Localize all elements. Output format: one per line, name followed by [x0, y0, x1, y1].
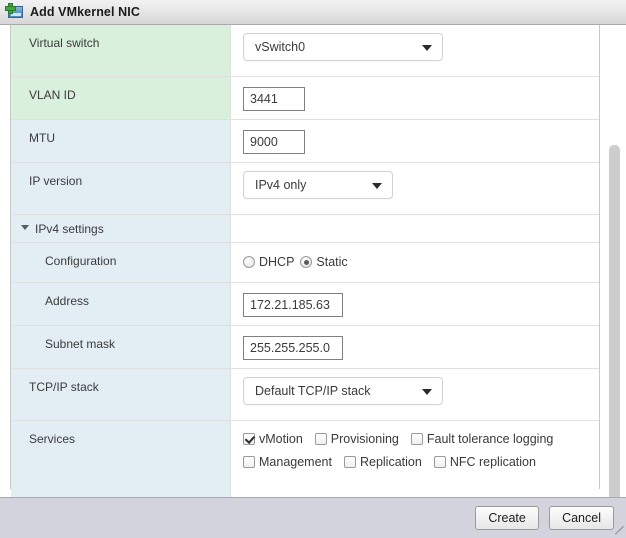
- row-ipv4-settings-section[interactable]: IPv4 settings: [11, 215, 599, 243]
- subnet-mask-input[interactable]: 255.255.255.0: [243, 336, 343, 360]
- value-virtual-switch: vSwitch0: [231, 25, 599, 76]
- row-configuration: Configuration DHCP Static: [11, 243, 599, 283]
- chevron-down-icon: [422, 389, 432, 395]
- value-ipv4-settings: [231, 215, 599, 242]
- checkbox-management[interactable]: Management: [243, 455, 332, 469]
- row-address: Address 172.21.185.63: [11, 283, 599, 326]
- resize-grip-icon[interactable]: [614, 525, 624, 536]
- value-configuration: DHCP Static: [231, 243, 599, 282]
- label-ipv4-settings: IPv4 settings: [11, 215, 231, 242]
- services-row-1: vMotion Provisioning Fault tolerance log…: [243, 432, 565, 446]
- services-row-2: Management Replication NFC replication: [243, 455, 565, 469]
- checkbox-vmotion-indicator: [243, 433, 255, 445]
- services-checkbox-group: vMotion Provisioning Fault tolerance log…: [243, 429, 565, 469]
- label-ip-version: IP version: [11, 163, 231, 214]
- radio-dhcp[interactable]: DHCP: [243, 255, 294, 269]
- network-card-add-icon: [6, 4, 24, 20]
- checkbox-fault-tolerance-logging-label: Fault tolerance logging: [426, 432, 554, 446]
- value-address: 172.21.185.63: [231, 283, 599, 325]
- virtual-switch-select-value: vSwitch0: [255, 40, 306, 54]
- checkbox-replication-label: Replication: [359, 455, 422, 469]
- value-services: vMotion Provisioning Fault tolerance log…: [231, 421, 599, 497]
- chevron-down-icon: [372, 183, 382, 189]
- create-button[interactable]: Create: [475, 506, 540, 530]
- radio-static[interactable]: Static: [300, 255, 348, 269]
- value-mtu: 9000: [231, 120, 599, 162]
- virtual-switch-select[interactable]: vSwitch0: [243, 33, 443, 61]
- checkbox-provisioning-label: Provisioning: [330, 432, 399, 446]
- value-subnet-mask: 255.255.255.0: [231, 326, 599, 368]
- tcpip-stack-select-value: Default TCP/IP stack: [255, 384, 371, 398]
- dialog-body: Virtual switch vSwitch0 VLAN ID 3441 MTU: [0, 25, 626, 497]
- value-tcpip-stack: Default TCP/IP stack: [231, 369, 599, 420]
- ip-version-select[interactable]: IPv4 only: [243, 171, 393, 199]
- dialog-title: Add VMkernel NIC: [30, 5, 140, 19]
- checkbox-replication-indicator: [343, 456, 356, 468]
- add-vmkernel-nic-dialog: Add VMkernel NIC Virtual switch vSwitch0…: [0, 0, 626, 538]
- checkbox-provisioning-indicator: [314, 433, 327, 445]
- checkbox-management-indicator: [243, 456, 255, 468]
- checkbox-nfc-replication[interactable]: NFC replication: [433, 455, 536, 469]
- value-ip-version: IPv4 only: [231, 163, 599, 214]
- dialog-titlebar[interactable]: Add VMkernel NIC: [0, 0, 626, 25]
- checkbox-replication[interactable]: Replication: [343, 455, 422, 469]
- row-subnet-mask: Subnet mask 255.255.255.0: [11, 326, 599, 369]
- label-vlan-id: VLAN ID: [11, 77, 231, 119]
- radio-static-indicator: [300, 256, 313, 268]
- chevron-down-icon: [422, 45, 432, 51]
- label-services: Services: [11, 421, 231, 497]
- value-vlan-id: 3441: [231, 77, 599, 119]
- checkbox-vmotion[interactable]: vMotion: [243, 432, 303, 446]
- label-virtual-switch: Virtual switch: [11, 25, 231, 76]
- dialog-footer: Create Cancel: [0, 497, 626, 538]
- vertical-scrollbar[interactable]: [608, 25, 621, 497]
- label-address: Address: [11, 283, 231, 325]
- radio-dhcp-indicator: [243, 256, 255, 268]
- vertical-scrollbar-thumb[interactable]: [609, 145, 620, 497]
- radio-static-label: Static: [316, 255, 348, 269]
- row-ip-version: IP version IPv4 only: [11, 163, 599, 215]
- address-input[interactable]: 172.21.185.63: [243, 293, 343, 317]
- checkbox-vmotion-label: vMotion: [259, 432, 303, 446]
- ip-version-select-value: IPv4 only: [255, 178, 307, 192]
- row-mtu: MTU 9000: [11, 120, 599, 163]
- collapse-triangle-icon[interactable]: [21, 225, 29, 231]
- label-tcpip-stack: TCP/IP stack: [11, 369, 231, 420]
- label-subnet-mask: Subnet mask: [11, 326, 231, 368]
- row-vlan-id: VLAN ID 3441: [11, 77, 599, 120]
- ipv4-settings-text: IPv4 settings: [35, 221, 104, 236]
- cancel-button[interactable]: Cancel: [549, 506, 614, 530]
- label-mtu: MTU: [11, 120, 231, 162]
- checkbox-fault-tolerance-logging[interactable]: Fault tolerance logging: [410, 432, 554, 446]
- checkbox-fault-tolerance-logging-indicator: [410, 433, 423, 445]
- checkbox-provisioning[interactable]: Provisioning: [314, 432, 399, 446]
- checkbox-management-label: Management: [259, 455, 332, 469]
- row-virtual-switch: Virtual switch vSwitch0: [11, 25, 599, 77]
- radio-dhcp-label: DHCP: [259, 255, 295, 269]
- configuration-radio-group: DHCP Static: [243, 251, 352, 269]
- vlan-id-input[interactable]: 3441: [243, 87, 305, 111]
- tcpip-stack-select[interactable]: Default TCP/IP stack: [243, 377, 443, 405]
- checkbox-nfc-replication-label: NFC replication: [449, 455, 536, 469]
- row-tcpip-stack: TCP/IP stack Default TCP/IP stack: [11, 369, 599, 421]
- label-configuration: Configuration: [11, 243, 231, 282]
- mtu-input[interactable]: 9000: [243, 130, 305, 154]
- settings-form: Virtual switch vSwitch0 VLAN ID 3441 MTU: [10, 25, 600, 497]
- checkbox-nfc-replication-indicator: [433, 456, 446, 468]
- row-services: Services vMotion Provisioning Fault tole…: [11, 421, 599, 497]
